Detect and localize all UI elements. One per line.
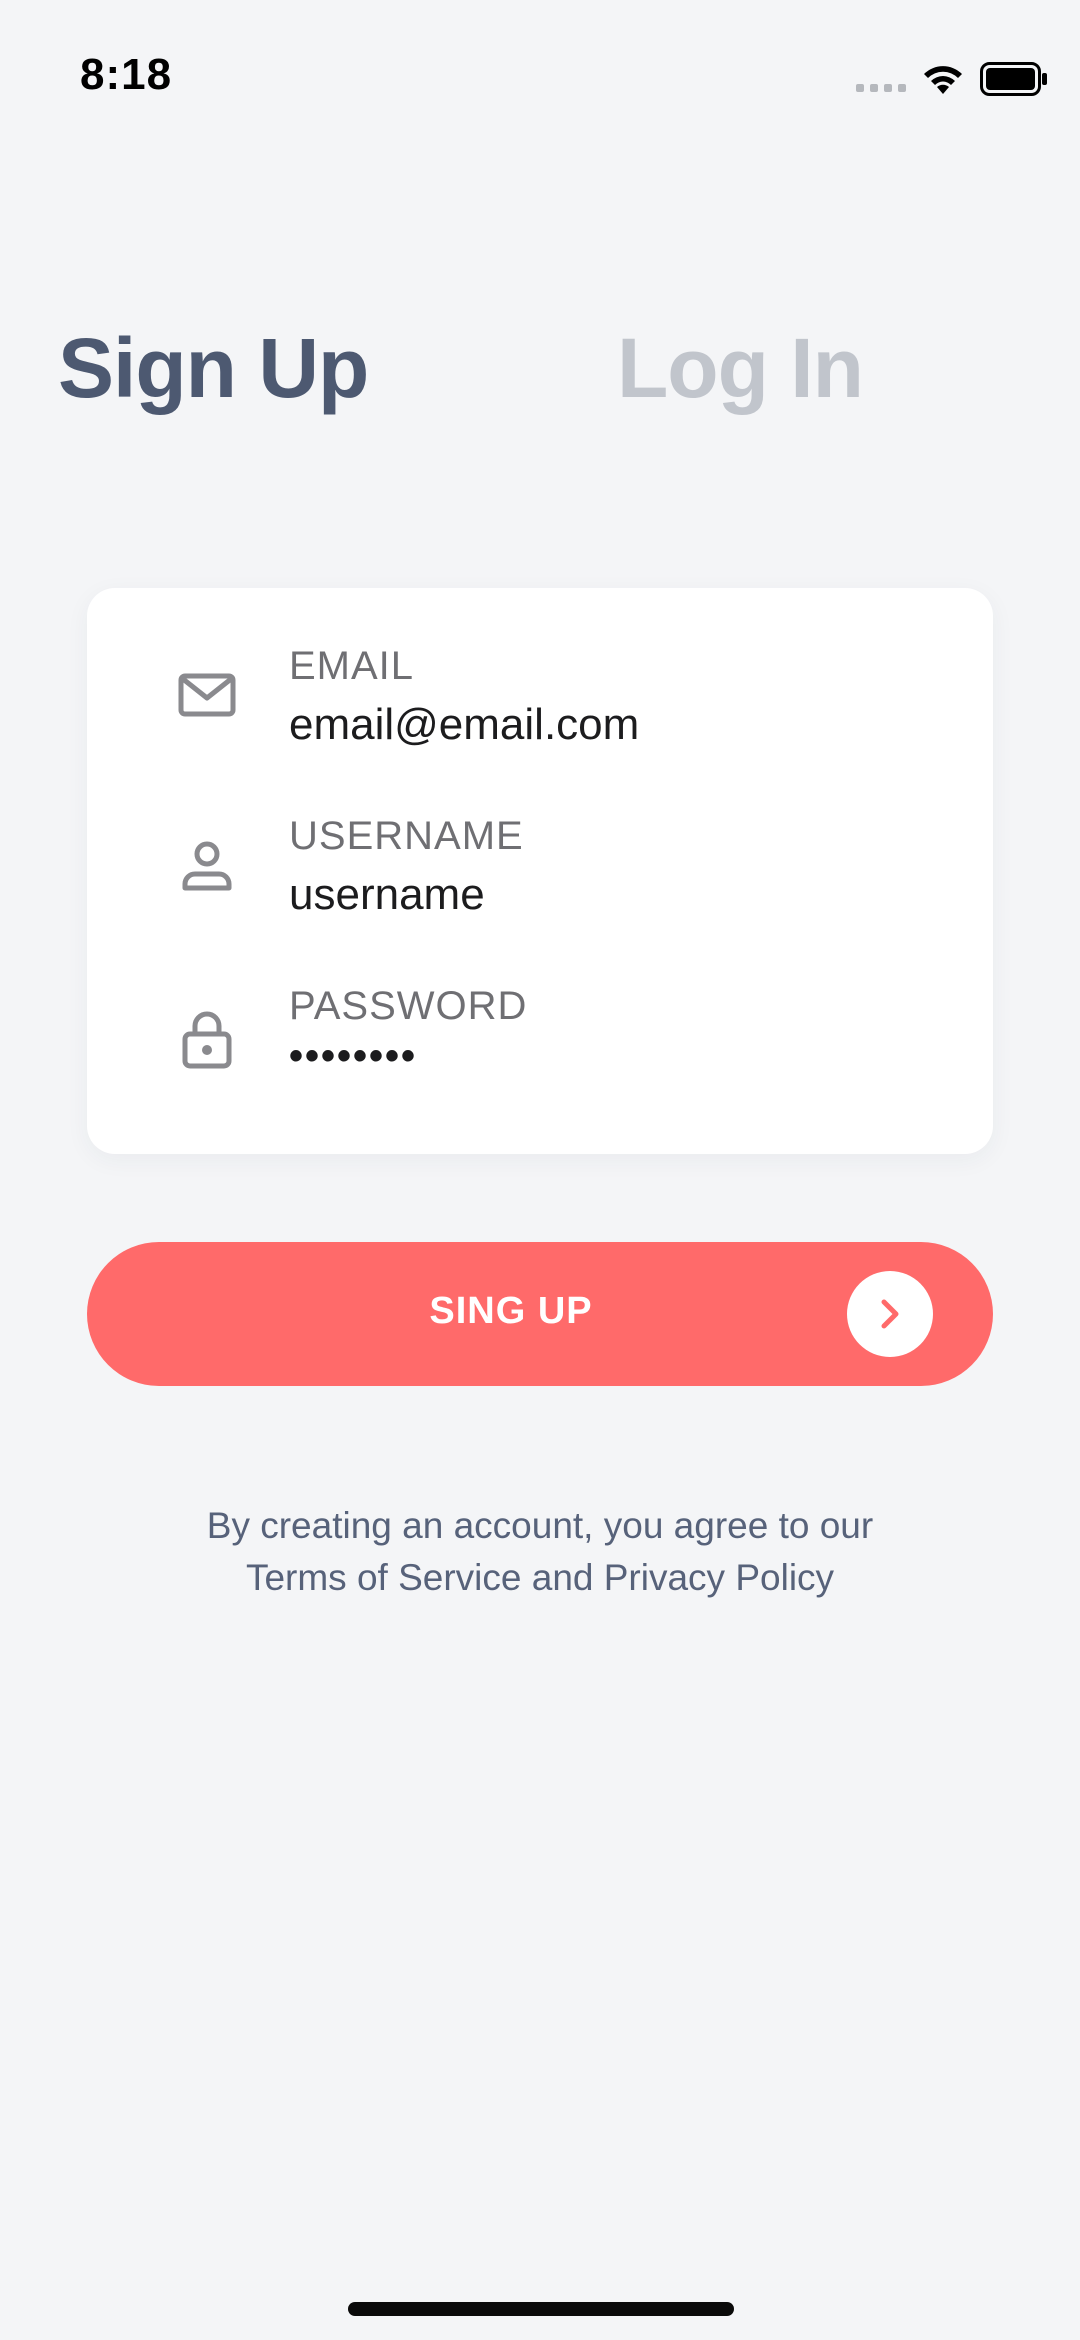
legal-line-1: By creating an account, you agree to our — [206, 1505, 874, 1546]
signup-form-card: EMAIL email@email.com USERNAME username … — [87, 588, 993, 1154]
user-icon — [182, 841, 232, 891]
chevron-right-icon — [881, 1299, 899, 1329]
battery-icon — [980, 62, 1047, 96]
sign-up-button-label: SING UP — [429, 1290, 593, 1332]
status-bar: 8:18 — [0, 0, 1080, 150]
tab-sign-up[interactable]: Sign Up — [58, 320, 369, 417]
tab-log-in[interactable]: Log In — [617, 320, 864, 417]
wifi-icon — [924, 66, 962, 94]
status-time: 8:18 — [80, 50, 173, 99]
legal-notice: By creating an account, you agree to our… — [0, 1500, 1080, 1604]
email-label: EMAIL — [289, 644, 415, 688]
home-indicator[interactable] — [348, 2302, 734, 2316]
sign-up-button[interactable]: SING UP — [87, 1242, 993, 1386]
lock-icon — [182, 1011, 232, 1069]
username-input[interactable]: username — [289, 870, 485, 920]
username-label: USERNAME — [289, 814, 524, 858]
email-input[interactable]: email@email.com — [289, 700, 639, 750]
cellular-signal-icon — [856, 84, 906, 92]
password-label: PASSWORD — [289, 984, 528, 1028]
username-field[interactable]: USERNAME username — [87, 814, 993, 944]
email-field[interactable]: EMAIL email@email.com — [87, 644, 993, 774]
password-input[interactable]: •••••••• — [289, 1034, 417, 1079]
arrow-circle — [847, 1271, 933, 1357]
terms-privacy-link[interactable]: Terms of Service and Privacy Policy — [0, 1552, 1080, 1604]
mail-icon — [178, 673, 236, 717]
password-field[interactable]: PASSWORD •••••••• — [87, 984, 993, 1114]
